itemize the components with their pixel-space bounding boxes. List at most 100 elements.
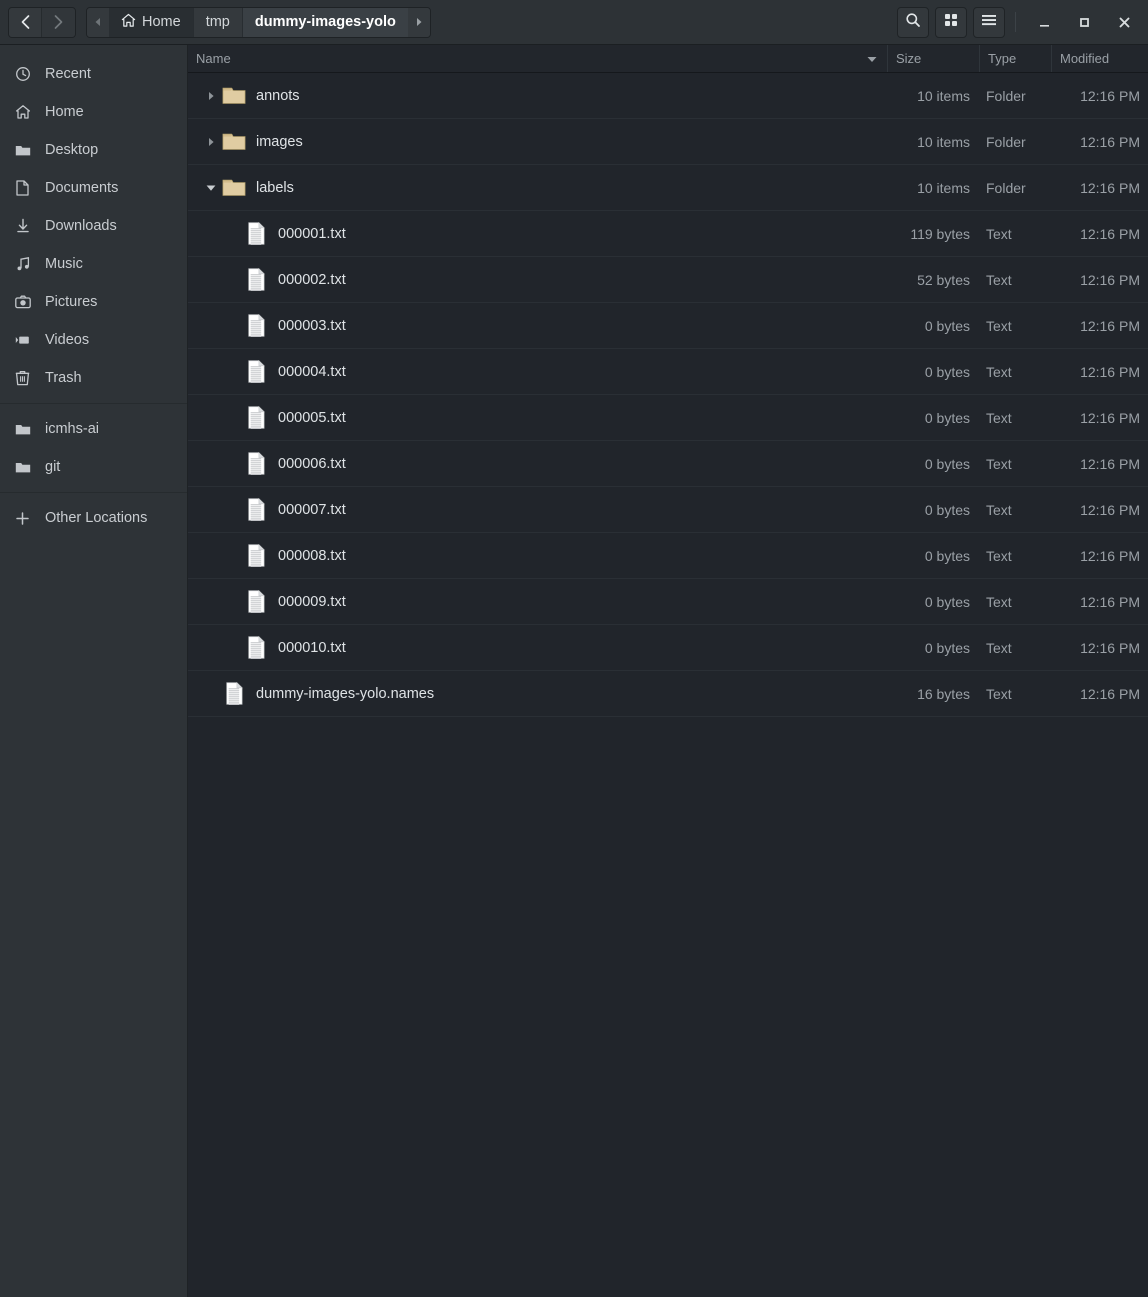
file-size-label: 0 bytes <box>924 363 970 380</box>
folder-icon <box>222 132 246 151</box>
chevron-right-icon[interactable] <box>200 91 222 101</box>
sidebar-item-label: git <box>45 459 61 475</box>
sidebar-item-label: Pictures <box>45 294 98 310</box>
table-row[interactable]: 000001.txt 119 bytes Text 12:16 PM <box>188 211 1148 257</box>
breadcrumb-item-current[interactable]: dummy-images-yolo <box>241 7 408 37</box>
sidebar-item-desktop[interactable]: Desktop <box>0 131 187 169</box>
text-file-icon <box>244 406 268 429</box>
file-type-label: Text <box>986 547 1012 564</box>
column-header-type[interactable]: Type <box>980 45 1052 72</box>
file-name-cell: 000004.txt <box>188 360 888 383</box>
window-maximize-button[interactable] <box>1064 0 1104 45</box>
file-name-label: 000007.txt <box>278 501 346 518</box>
back-button[interactable] <box>9 7 42 37</box>
sidebar-item-label: Other Locations <box>45 510 148 526</box>
file-name-label: 000005.txt <box>278 409 346 426</box>
sidebar-item-label: Desktop <box>45 142 99 158</box>
file-list-pane: Name Size Type Modified annots 10 items Fo… <box>188 45 1148 1297</box>
file-name-cell: 000001.txt <box>188 222 888 245</box>
table-row[interactable]: 000006.txt 0 bytes Text 12:16 PM <box>188 441 1148 487</box>
file-modified-label: 12:16 PM <box>1080 685 1140 702</box>
file-name-cell: 000008.txt <box>188 544 888 567</box>
sidebar-item-other-locations[interactable]: Other Locations <box>0 499 187 537</box>
table-row[interactable]: dummy-images-yolo.names 16 bytes Text 12:16… <box>188 671 1148 717</box>
breadcrumb-item-home[interactable]: Home <box>109 7 193 37</box>
file-name-label: 000004.txt <box>278 363 346 380</box>
table-row[interactable]: annots 10 items Folder 12:16 PM <box>188 73 1148 119</box>
sidebar-item-git[interactable]: git <box>0 448 187 486</box>
column-headers: Name Size Type Modified <box>188 45 1148 73</box>
column-header-name[interactable]: Name <box>188 45 888 72</box>
view-grid-button[interactable] <box>935 6 967 38</box>
window-close-button[interactable] <box>1104 0 1144 45</box>
table-row[interactable]: labels 10 items Folder 12:16 PM <box>188 165 1148 211</box>
sidebar-item-trash[interactable]: Trash <box>0 359 187 397</box>
sidebar-item-label: Documents <box>45 180 119 196</box>
file-name-cell: 000002.txt <box>188 268 888 291</box>
sidebar-divider <box>0 492 187 493</box>
chevron-right-icon[interactable] <box>200 137 222 147</box>
window-minimize-button[interactable] <box>1024 0 1064 45</box>
file-type-label: Text <box>986 317 1012 334</box>
file-size-label: 10 items <box>917 87 970 104</box>
file-type-label: Text <box>986 225 1012 242</box>
search-button[interactable] <box>897 6 929 38</box>
file-name-label: 000001.txt <box>278 225 346 242</box>
breadcrumb-scroll-left-icon[interactable] <box>87 7 109 37</box>
table-row[interactable]: 000007.txt 0 bytes Text 12:16 PM <box>188 487 1148 533</box>
file-name-cell: annots <box>188 86 888 105</box>
sidebar-item-recent[interactable]: Recent <box>0 55 187 93</box>
file-type-label: Text <box>986 363 1012 380</box>
breadcrumb-label: tmp <box>205 14 230 30</box>
file-name-label: 000010.txt <box>278 639 346 656</box>
column-header-modified[interactable]: Modified <box>1052 45 1148 72</box>
header-bar: Home tmp dummy-images-yolo <box>0 0 1148 45</box>
file-name-label: 000008.txt <box>278 547 346 564</box>
sidebar-item-downloads[interactable]: Downloads <box>0 207 187 245</box>
table-row[interactable]: 000010.txt 0 bytes Text 12:16 PM <box>188 625 1148 671</box>
sidebar-item-documents[interactable]: Documents <box>0 169 187 207</box>
sidebar-divider <box>0 403 187 404</box>
table-row[interactable]: 000004.txt 0 bytes Text 12:16 PM <box>188 349 1148 395</box>
table-row[interactable]: 000005.txt 0 bytes Text 12:16 PM <box>188 395 1148 441</box>
text-file-icon <box>244 544 268 567</box>
sidebar-item-label: Trash <box>45 370 82 386</box>
sidebar-item-videos[interactable]: Videos <box>0 321 187 359</box>
forward-button[interactable] <box>42 7 75 37</box>
table-row[interactable]: images 10 items Folder 12:16 PM <box>188 119 1148 165</box>
search-icon <box>905 12 921 33</box>
file-modified-label: 12:16 PM <box>1080 409 1140 426</box>
chevron-down-icon[interactable] <box>200 184 222 192</box>
file-modified-label: 12:16 PM <box>1080 133 1140 150</box>
file-name-cell: 000005.txt <box>188 406 888 429</box>
sidebar-item-music[interactable]: Music <box>0 245 187 283</box>
table-row[interactable]: 000009.txt 0 bytes Text 12:16 PM <box>188 579 1148 625</box>
sidebar-item-label: icmhs-ai <box>45 421 99 437</box>
table-row[interactable]: 000003.txt 0 bytes Text 12:16 PM <box>188 303 1148 349</box>
file-name-cell: labels <box>188 178 888 197</box>
text-file-icon <box>244 590 268 613</box>
text-file-icon <box>244 360 268 383</box>
sidebar-item-pictures[interactable]: Pictures <box>0 283 187 321</box>
header-divider <box>1015 12 1016 32</box>
file-name-cell: dummy-images-yolo.names <box>188 682 888 705</box>
breadcrumb-scroll-right-icon[interactable] <box>407 7 430 37</box>
text-file-icon <box>222 682 246 705</box>
table-row[interactable]: 000008.txt 0 bytes Text 12:16 PM <box>188 533 1148 579</box>
file-type-label: Text <box>986 409 1012 426</box>
main-menu-button[interactable] <box>973 6 1005 38</box>
music-note-icon <box>14 256 31 273</box>
text-file-icon <box>244 452 268 475</box>
column-header-size[interactable]: Size <box>888 45 980 72</box>
file-type-label: Text <box>986 455 1012 472</box>
file-name-label: labels <box>256 179 294 196</box>
column-header-label: Type <box>988 51 1017 66</box>
file-modified-label: 12:16 PM <box>1080 547 1140 564</box>
file-type-label: Folder <box>986 179 1026 196</box>
sidebar-item-icmhs-ai[interactable]: icmhs-ai <box>0 410 187 448</box>
sidebar-item-home[interactable]: Home <box>0 93 187 131</box>
file-modified-label: 12:16 PM <box>1080 87 1140 104</box>
sidebar-item-label: Downloads <box>45 218 117 234</box>
table-row[interactable]: 000002.txt 52 bytes Text 12:16 PM <box>188 257 1148 303</box>
breadcrumb-item-tmp[interactable]: tmp <box>192 7 242 37</box>
